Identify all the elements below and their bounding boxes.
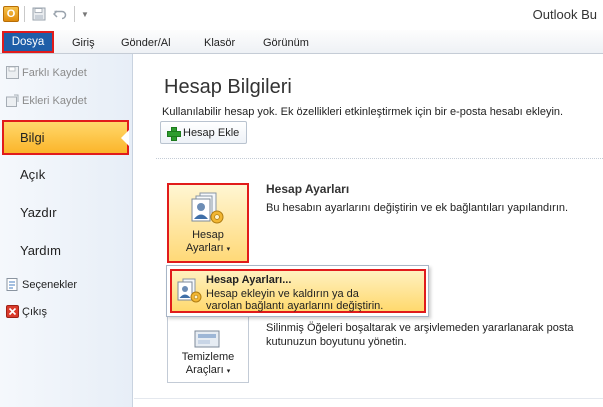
tab-file[interactable]: Dosya	[2, 31, 54, 53]
cleanup-tools-icon	[189, 327, 225, 351]
cleanup-desc-line1: Silinmiş Öğeleri boşaltarak ve arşivleme…	[266, 322, 574, 334]
chevron-down-icon: ▾	[226, 246, 231, 253]
nav-info-label: Bilgi	[20, 130, 45, 145]
nav-print[interactable]: Yazdır	[0, 196, 133, 228]
nav-save-attachments-label: Ekleri Kaydet	[22, 95, 87, 107]
selected-arrow-icon	[121, 130, 129, 146]
cleanup-line1: Temizleme	[181, 351, 235, 363]
nav-open-label: Açık	[20, 166, 46, 182]
menu-desc-line1: Hesap ekleyin ve kaldırın ya da	[206, 288, 359, 300]
account-settings-line2: Ayarları ▾	[186, 242, 230, 256]
save-as-icon	[6, 66, 19, 79]
account-settings-button[interactable]: Hesap Ayarları ▾	[167, 183, 249, 263]
save-attachments-icon	[6, 94, 19, 107]
nav-options-label: Seçenekler	[22, 279, 78, 291]
add-icon	[167, 126, 181, 141]
add-account-label: Hesap Ekle	[183, 126, 240, 139]
save-icon[interactable]	[30, 5, 48, 23]
options-icon	[6, 278, 19, 291]
customize-qat-icon[interactable]: ▼	[80, 6, 90, 22]
outlook-app-icon[interactable]: O	[3, 6, 19, 22]
menu-item-description: Hesap ekleyin ve kaldırın ya da varolan …	[206, 288, 383, 312]
cleanup-line2: Araçları ▾	[182, 364, 235, 378]
nav-info[interactable]: Bilgi	[2, 120, 129, 155]
window-title: Outlook Bu	[532, 7, 597, 22]
account-settings-button-label: Hesap Ayarları ▾	[186, 229, 230, 256]
nav-save-attachments[interactable]: Ekleri Kaydet	[0, 90, 133, 112]
page-title: Hesap Bilgileri	[164, 76, 292, 98]
nav-exit-label: Çıkış	[22, 306, 48, 318]
nav-help-label: Yardım	[20, 242, 61, 258]
backstage-nav: Farklı Kaydet Ekleri Kaydet Bilgi Açık Y…	[0, 54, 133, 407]
nav-open[interactable]: Açık	[0, 158, 133, 190]
account-settings-line1: Hesap	[192, 229, 224, 241]
exit-icon	[6, 305, 19, 318]
account-info-panel: Hesap Bilgileri Kullanılabilir hesap yok…	[134, 54, 603, 407]
account-settings-description: Bu hesabın ayarlarını değiştirin ve ek b…	[266, 202, 569, 214]
nav-options[interactable]: Seçenekler	[0, 274, 133, 296]
account-settings-menu: Hesap Ayarları... Hesap ekleyin ve kaldı…	[166, 265, 429, 317]
cleanup-tools-button[interactable]: Temizleme Araçları ▾	[167, 317, 249, 383]
qat-separator	[24, 6, 25, 22]
nav-save-as-label: Farklı Kaydet	[22, 67, 87, 79]
ribbon-tab-bar: Dosya Giriş Gönder/Al Klasör Görünüm	[0, 30, 603, 54]
tab-view[interactable]: Görünüm	[263, 33, 309, 53]
tab-home[interactable]: Giriş	[72, 33, 95, 53]
menu-item-title: Hesap Ayarları...	[206, 274, 292, 286]
menu-desc-line2: varolan bağlantı ayarlarını değiştirin.	[206, 300, 384, 312]
menu-item-account-settings[interactable]: Hesap Ayarları... Hesap ekleyin ve kaldı…	[170, 269, 426, 313]
cleanup-description: Silinmiş Öğeleri boşaltarak ve arşivleme…	[266, 321, 574, 349]
account-settings-line2-text: Ayarları	[185, 242, 224, 254]
quick-access-toolbar: O ▼	[3, 5, 90, 23]
title-bar: O ▼ Outlook Bu	[0, 0, 603, 30]
account-settings-title: Hesap Ayarları	[266, 182, 350, 196]
qat-separator	[74, 6, 75, 22]
nav-save-as[interactable]: Farklı Kaydet	[0, 62, 133, 84]
add-account-button[interactable]: Hesap Ekle	[160, 121, 248, 144]
chevron-down-icon: ▾	[226, 368, 231, 375]
page-subtitle: Kullanılabilir hesap yok. Ek özellikleri…	[162, 106, 564, 118]
account-settings-menu-icon	[176, 278, 202, 304]
tab-send-receive[interactable]: Gönder/Al	[121, 33, 171, 53]
cleanup-line2-text: Araçları	[185, 364, 224, 376]
cleanup-tools-button-label: Temizleme Araçları ▾	[182, 351, 235, 378]
account-settings-icon	[190, 192, 226, 226]
nav-exit[interactable]: Çıkış	[0, 301, 133, 323]
bottom-divider	[134, 398, 603, 399]
cleanup-desc-line2: kutunuzun boyutunu yönetin.	[266, 336, 407, 348]
section-divider	[156, 158, 603, 159]
tab-folder[interactable]: Klasör	[204, 33, 235, 53]
undo-icon[interactable]	[51, 5, 69, 23]
nav-print-label: Yazdır	[20, 204, 57, 220]
nav-help[interactable]: Yardım	[0, 234, 133, 266]
